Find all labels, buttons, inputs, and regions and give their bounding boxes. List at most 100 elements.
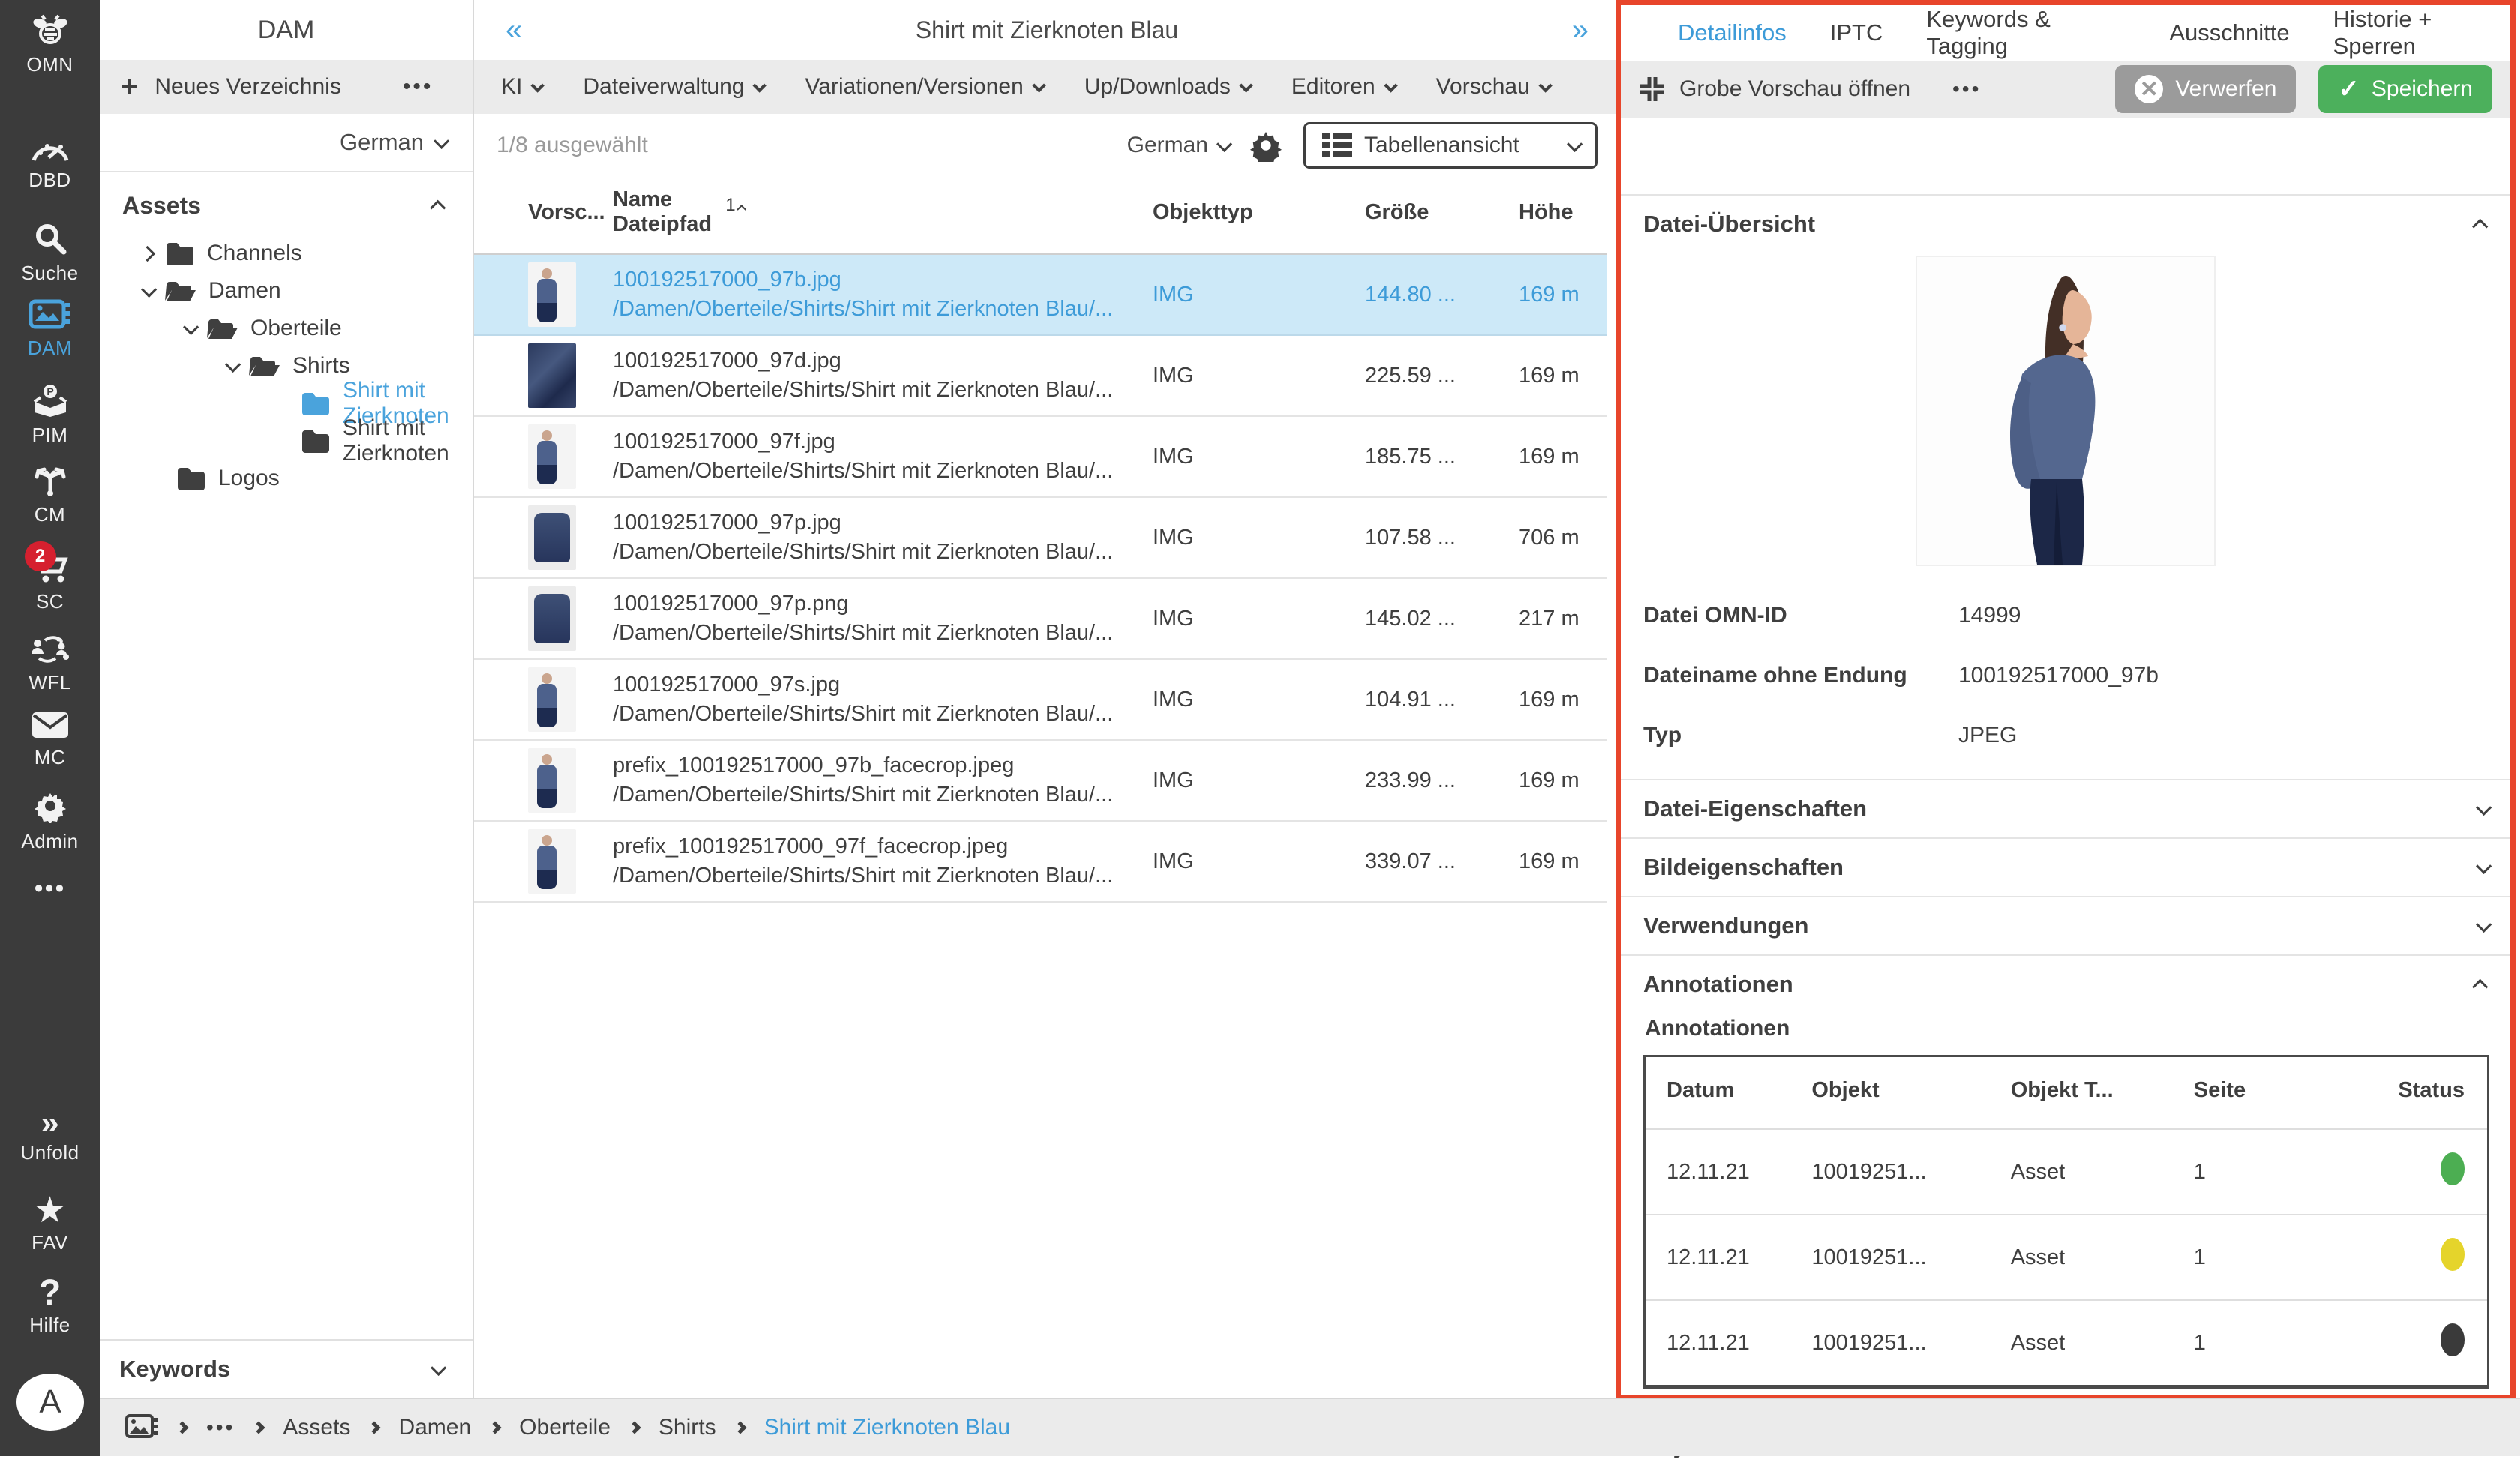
breadcrumb: ••• Assets Damen Oberteile Shirts Shirt …	[100, 1398, 2520, 1456]
rail-item-dbd[interactable]: DBD	[0, 136, 100, 192]
rail-item-cm[interactable]: CM	[0, 466, 100, 526]
file-row[interactable]: 100192517000_97p.png/Damen/Oberteile/Shi…	[474, 578, 1606, 659]
menu-variationen-versionen[interactable]: Variationen/Versionen	[805, 74, 1042, 100]
gear-icon[interactable]	[1250, 129, 1282, 162]
prev-page-button[interactable]: «	[506, 13, 522, 47]
chevron-right-icon[interactable]	[140, 245, 155, 261]
file-row[interactable]: 100192517000_97p.jpg/Damen/Oberteile/Shi…	[474, 497, 1606, 578]
file-row[interactable]: prefix_100192517000_97f_facecrop.jpeg/Da…	[474, 821, 1606, 902]
detail-more-button[interactable]: •••	[1952, 77, 1981, 101]
discard-button[interactable]: ✕ Verwerfen	[2115, 65, 2296, 113]
menu-vorschau[interactable]: Vorschau	[1436, 74, 1549, 100]
file-properties-section: Datei-Eigenschaften	[1621, 779, 2510, 837]
rail-item-more[interactable]: •••	[0, 874, 100, 903]
rail-label: Unfold	[20, 1141, 79, 1164]
tree-node-damen[interactable]: Damen	[100, 272, 472, 310]
file-row[interactable]: 100192517000_97f.jpg/Damen/Oberteile/Shi…	[474, 416, 1606, 497]
status-dot-yellow	[2440, 1238, 2464, 1271]
breadcrumb-media-icon[interactable]	[125, 1413, 158, 1443]
open-rough-preview-button[interactable]: Grobe Vorschau öffnen	[1639, 76, 1910, 103]
view-mode-select[interactable]: Tabellenansicht	[1304, 122, 1598, 169]
tab-ausschnitte[interactable]: Ausschnitte	[2169, 19, 2289, 46]
rail-label: PIM	[32, 424, 68, 447]
rail-item-mc[interactable]: MC	[0, 711, 100, 769]
chevron-down-icon	[2476, 916, 2492, 932]
user-avatar[interactable]: A	[16, 1374, 84, 1431]
annotation-row[interactable]: 12.11.21 10019251... Asset 1	[1645, 1129, 2488, 1215]
usages-header[interactable]: Verwendungen	[1643, 897, 2488, 954]
check-icon: ✓	[2338, 74, 2360, 104]
expand-corners-icon	[1639, 76, 1666, 103]
chevron-down-icon[interactable]	[225, 356, 241, 372]
menu-ki[interactable]: KI	[501, 74, 541, 100]
annotation-row[interactable]: 12.11.21 10019251... Asset 1	[1645, 1300, 2488, 1387]
menu-up-downloads[interactable]: Up/Downloads	[1084, 74, 1250, 100]
tree-node-shirt-mit-zierknoten[interactable]: Shirt mit Zierknoten	[100, 422, 472, 460]
breadcrumb-shirts[interactable]: Shirts	[658, 1415, 716, 1440]
rail-item-unfold[interactable]: » Unfold	[0, 1108, 100, 1164]
tab-keywords-tagging[interactable]: Keywords & Tagging	[1926, 6, 2126, 60]
next-page-button[interactable]: »	[1572, 13, 1588, 47]
tree-node-oberteile[interactable]: Oberteile	[100, 310, 472, 347]
file-row[interactable]: 100192517000_97d.jpg/Damen/Oberteile/Shi…	[474, 335, 1606, 416]
breadcrumb-more[interactable]: •••	[206, 1416, 235, 1440]
tree-more-button[interactable]: •••	[403, 74, 434, 100]
column-header-size[interactable]: Größe	[1365, 177, 1519, 254]
tab-historie-sperren[interactable]: Historie + Sperren	[2333, 6, 2510, 60]
plus-icon: +	[121, 70, 138, 104]
dashboard-gauge-icon	[31, 136, 70, 166]
list-language-dropdown[interactable]: German	[1127, 133, 1228, 158]
chevron-down-icon	[2476, 858, 2492, 873]
rail-item-pim[interactable]: P PIM	[0, 384, 100, 447]
annotations-table: Datum Objekt Objekt T... Seite Status 12…	[1643, 1055, 2489, 1389]
annotations-header[interactable]: Annotationen	[1643, 956, 2488, 1013]
app-rail: OMN DBD Suche DAM P PIM CM 2	[0, 0, 100, 1456]
file-row-selected[interactable]: 100192517000_97b.jpg/Damen/Oberteile/Shi…	[474, 254, 1606, 335]
annotation-row[interactable]: 12.11.21 10019251... Asset 1	[1645, 1215, 2488, 1300]
column-header-type[interactable]: Objekttyp	[1153, 177, 1365, 254]
breadcrumb-assets[interactable]: Assets	[283, 1415, 350, 1440]
rail-label: Admin	[21, 830, 78, 853]
rail-label: MC	[34, 746, 65, 769]
tab-iptc[interactable]: IPTC	[1830, 19, 1883, 46]
chevron-down-icon	[1216, 136, 1232, 151]
tree-language-dropdown[interactable]: German	[100, 114, 472, 172]
breadcrumb-oberteile[interactable]: Oberteile	[519, 1415, 610, 1440]
rail-item-sc[interactable]: 2 SC	[0, 550, 100, 613]
column-header-name-path[interactable]: Name Dateipfad 1	[613, 177, 1153, 254]
language-label: German	[340, 129, 424, 156]
tab-detailinfos[interactable]: Detailinfos	[1678, 19, 1786, 46]
rail-item-suche[interactable]: Suche	[0, 222, 100, 285]
column-header-preview[interactable]: Vorsc...	[474, 177, 613, 254]
list-header: « Shirt mit Zierknoten Blau »	[474, 0, 1620, 60]
rail-item-dam[interactable]: DAM	[0, 298, 100, 360]
keywords-panel-header[interactable]: Keywords	[100, 1339, 472, 1398]
breadcrumb-current[interactable]: Shirt mit Zierknoten Blau	[764, 1415, 1010, 1440]
file-properties-header[interactable]: Datei-Eigenschaften	[1643, 780, 2488, 837]
mail-icon	[31, 711, 70, 743]
save-button[interactable]: ✓ Speichern	[2318, 65, 2492, 113]
file-row[interactable]: prefix_100192517000_97b_facecrop.jpeg/Da…	[474, 740, 1606, 821]
rail-item-hilfe[interactable]: ? Hilfe	[0, 1276, 100, 1337]
rail-item-admin[interactable]: Admin	[0, 789, 100, 853]
file-row[interactable]: 100192517000_97s.jpg/Damen/Oberteile/Shi…	[474, 659, 1606, 740]
image-properties-header[interactable]: Bildeigenschaften	[1643, 839, 2488, 896]
menu-dateiverwaltung[interactable]: Dateiverwaltung	[583, 74, 763, 100]
breadcrumb-damen[interactable]: Damen	[398, 1415, 471, 1440]
chevron-down-icon[interactable]	[141, 281, 157, 297]
folder-icon	[176, 466, 206, 490]
menu-editoren[interactable]: Editoren	[1292, 74, 1394, 100]
rail-label: OMN	[26, 53, 73, 76]
sort-indicator: 1	[725, 195, 747, 215]
column-header-height[interactable]: Höhe	[1519, 177, 1606, 254]
assets-section-header[interactable]: Assets	[100, 172, 472, 227]
asset-preview-image[interactable]	[1917, 257, 2214, 565]
rail-item-fav[interactable]: ★ FAV	[0, 1194, 100, 1254]
rail-item-wfl[interactable]: WFL	[0, 634, 100, 694]
usages-section: Verwendungen	[1621, 896, 2510, 954]
file-overview-header[interactable]: Datei-Übersicht	[1643, 196, 2488, 253]
tree-node-channels[interactable]: Channels	[100, 235, 472, 272]
new-folder-button[interactable]: Neues Verzeichnis	[154, 74, 340, 100]
chevron-down-icon[interactable]	[183, 319, 199, 334]
rail-item-omn[interactable]: OMN	[0, 13, 100, 76]
